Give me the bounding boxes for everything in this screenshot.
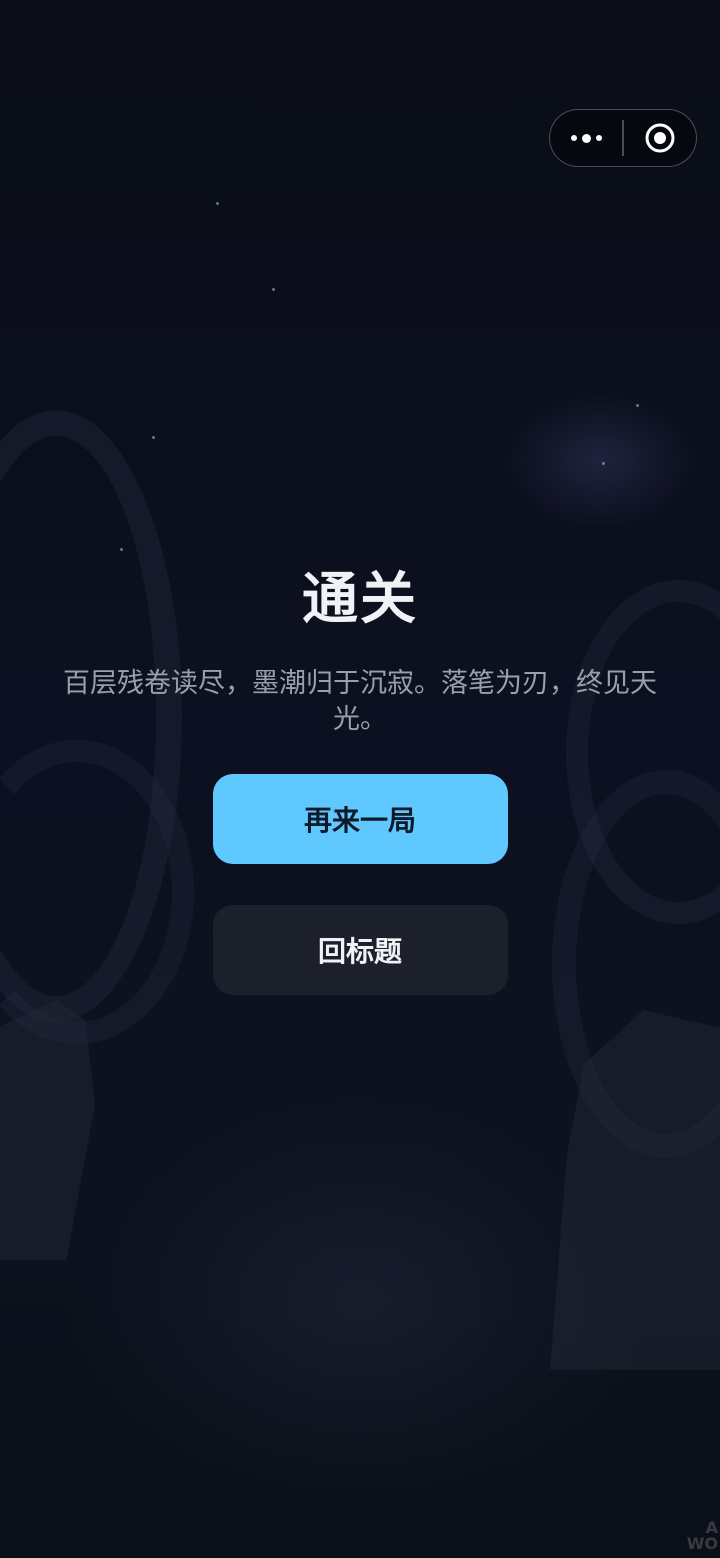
replay-button[interactable]: 再来一局: [212, 774, 508, 864]
more-dots-icon: [570, 133, 602, 143]
background-star: [216, 202, 219, 205]
result-panel: 通关 百层残卷读尽，墨潮归于沉寂。落笔为刃，终见天光。 再来一局 回标题: [0, 560, 720, 995]
close-button[interactable]: [624, 110, 696, 166]
background-ruin-left: [0, 1000, 95, 1260]
background-star: [272, 288, 275, 291]
result-message: 百层残卷读尽，墨潮归于沉寂。落笔为刃，终见天光。: [63, 668, 657, 735]
background-star: [636, 404, 639, 407]
game-clear-screen: 通关 百层残卷读尽，墨潮归于沉寂。落笔为刃，终见天光。 再来一局 回标题 A WO: [0, 0, 720, 1558]
result-title: 通关: [302, 567, 418, 632]
more-button[interactable]: [550, 110, 622, 166]
miniprogram-capsule: [549, 109, 697, 167]
background-star: [602, 462, 605, 465]
corner-watermark-logo: A WO: [686, 1518, 718, 1553]
back-to-title-button[interactable]: 回标题: [212, 905, 508, 995]
record-circle-icon: [645, 123, 675, 153]
background-star: [152, 436, 155, 439]
background-ruin-right: [550, 1010, 720, 1370]
background-star: [120, 548, 123, 551]
